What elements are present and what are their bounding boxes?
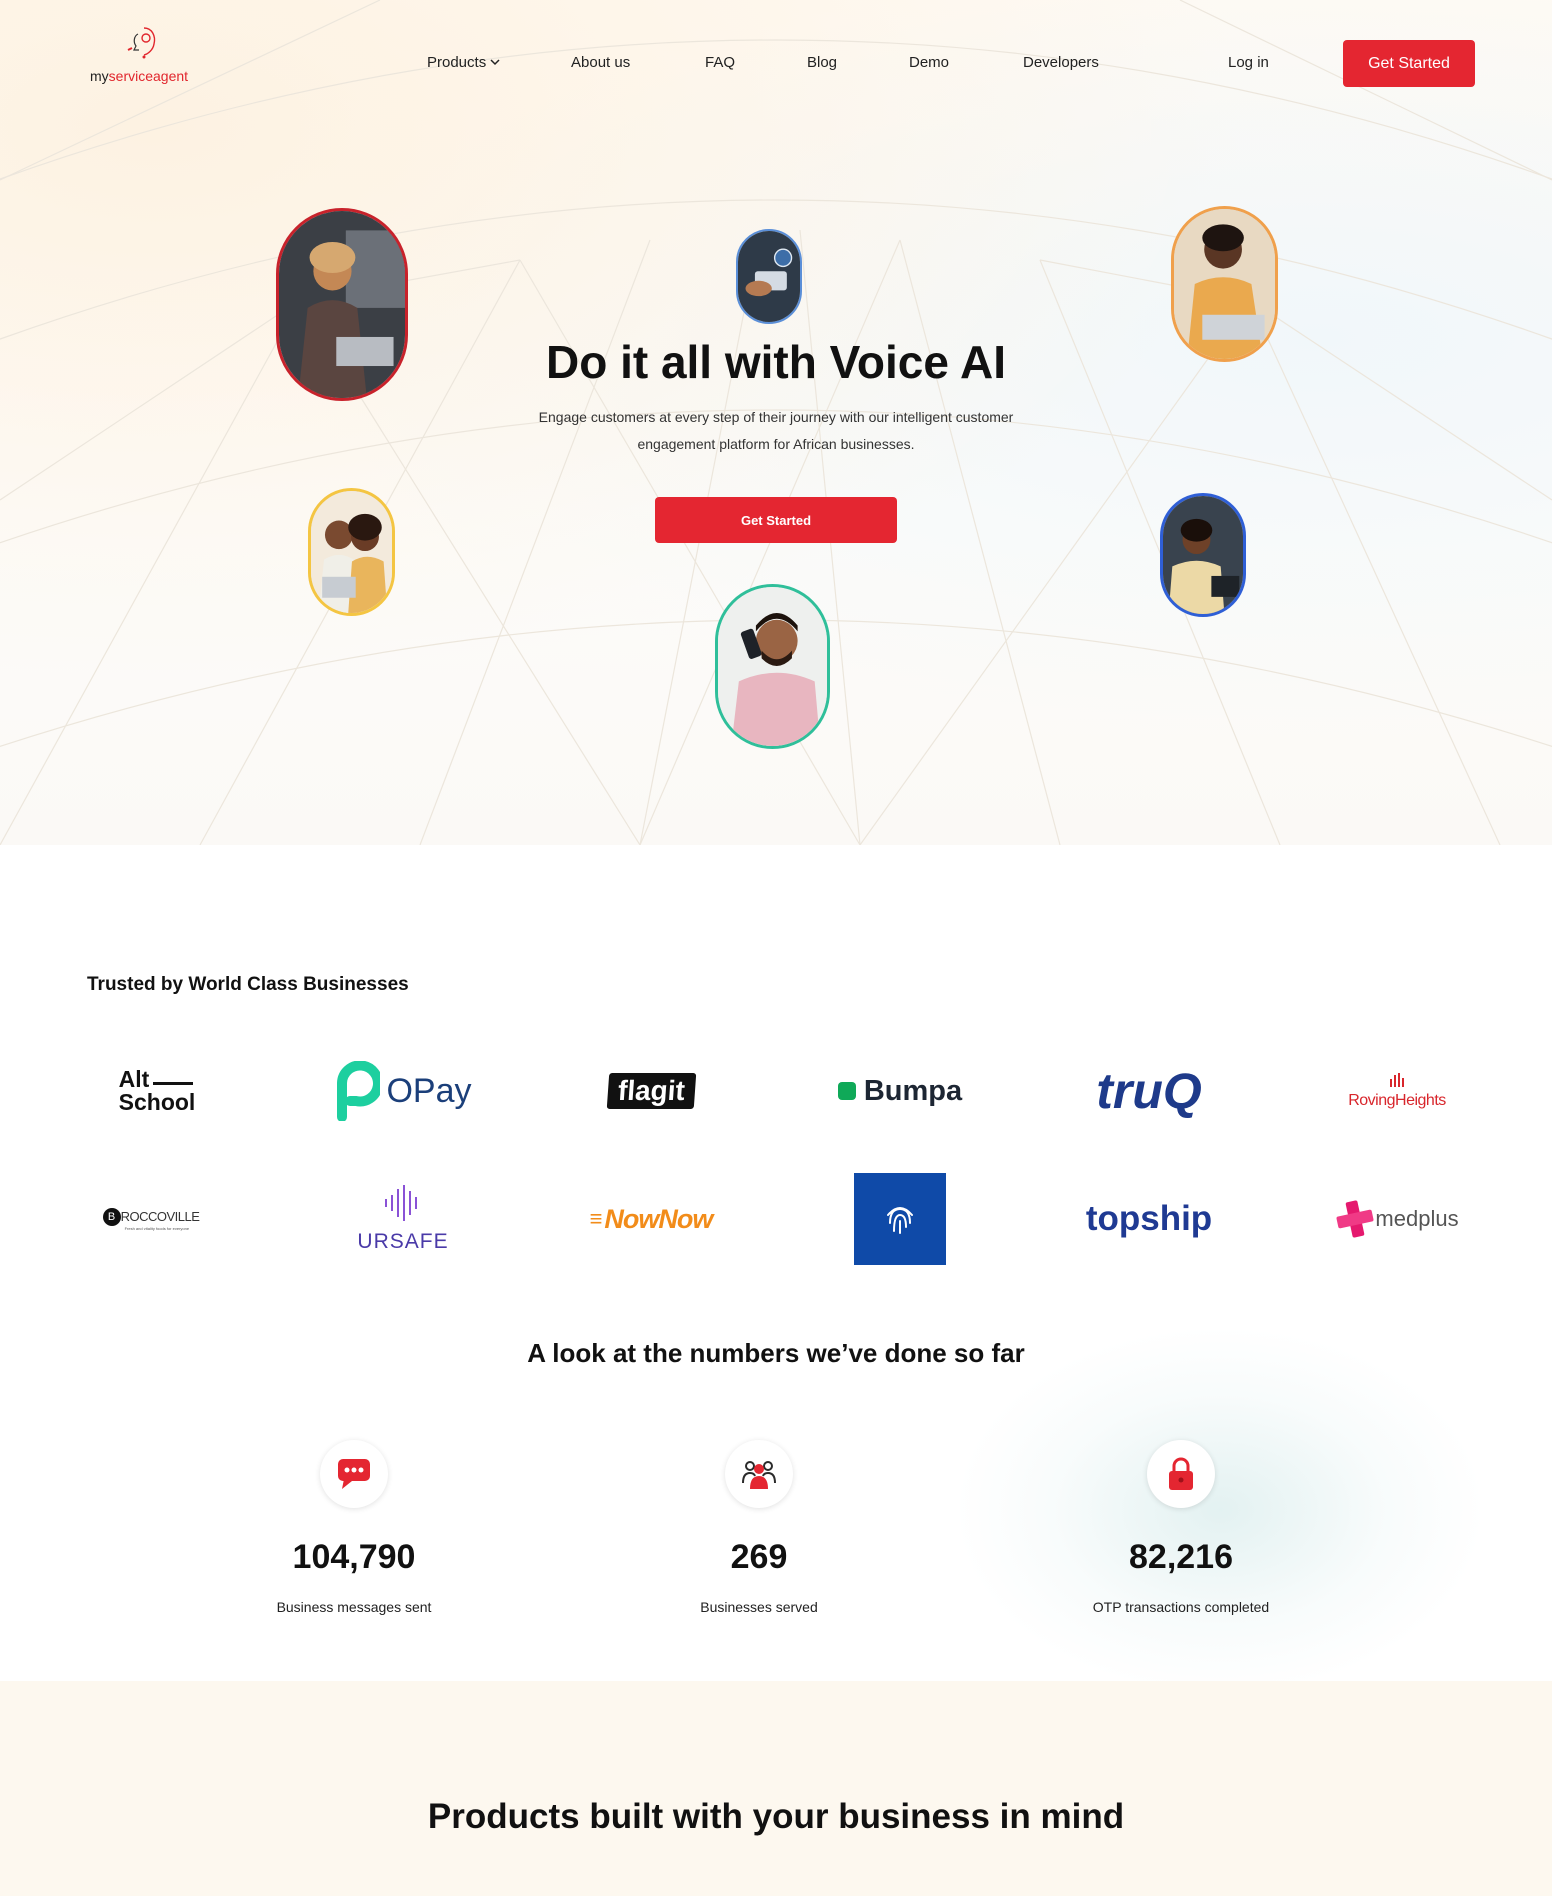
people-group-icon [742, 1461, 776, 1489]
logo-ursafe: URSAFE [303, 1174, 503, 1264]
truq-text: truQ [1096, 1063, 1202, 1119]
stat-value: 104,790 [292, 1538, 416, 1576]
headset-face-icon [127, 27, 156, 59]
nav-demo[interactable]: Demo [909, 54, 949, 71]
hero-get-started-button[interactable]: Get Started [655, 497, 897, 543]
header-get-started-button[interactable]: Get Started [1343, 40, 1475, 87]
broccoville-mark-icon: B [102, 1207, 121, 1226]
logo-medplus: medplus [1297, 1174, 1497, 1264]
stat-label: OTP transactions completed [1092, 1599, 1270, 1615]
stat-value: 269 [730, 1538, 788, 1576]
logo-opay: OPay [303, 1046, 503, 1136]
bumpa-text: Bumpa [863, 1074, 963, 1107]
stat-messages-sent: 104,790 Business messages sent [204, 1440, 504, 1615]
nav-developers[interactable]: Developers [1023, 54, 1099, 71]
myserviceagent-logo[interactable]: myserviceagent [90, 24, 210, 88]
nav-log-in[interactable]: Log in [1228, 54, 1269, 71]
nownow-text: NowNow [604, 1203, 713, 1234]
avatar-couple-laptop [308, 488, 395, 616]
nav-products[interactable]: Products [427, 54, 500, 71]
flagit-text: flagit [616, 1075, 686, 1106]
ursafe-text: URSAFE [357, 1229, 449, 1253]
stat-icon-ring [320, 1440, 388, 1508]
hero-title: Do it all with Voice AI [545, 336, 1007, 388]
chevron-down-icon [490, 59, 500, 66]
stat-icon-ring [725, 1440, 793, 1508]
padlock-icon [1169, 1457, 1193, 1490]
nav-faq[interactable]: FAQ [705, 54, 735, 71]
nav-blog[interactable]: Blog [807, 54, 837, 71]
logo-nownow: ≡ NowNow [551, 1174, 751, 1264]
avatar-hands-phone [736, 229, 802, 324]
roving-bars-icon [1390, 1072, 1404, 1087]
numbers-heading: A look at the numbers we’ve done so far [527, 1338, 1025, 1368]
opay-mark-icon [337, 1061, 381, 1121]
trusted-heading: Trusted by World Class Businesses [87, 974, 409, 995]
logo-bumpa: Bumpa [800, 1046, 1000, 1136]
sound-wave-icon [385, 1184, 417, 1221]
avatar-woman-headset [1160, 493, 1246, 617]
logo-fingerprint [800, 1173, 1000, 1265]
broccoville-tagline: Fresh and vitality foods for everyone [124, 1225, 190, 1231]
logo-truq: truQ [1049, 1046, 1249, 1136]
fingerprint-icon [887, 1207, 913, 1234]
logo-broccoville: B ROCCOVILLE Fresh and vitality foods fo… [51, 1174, 251, 1264]
hero-section: myserviceagent Products About us FAQ Blo… [0, 0, 1552, 845]
logo-flagit: flagit [551, 1046, 751, 1136]
logo-roving-heights: RovingHeights [1297, 1046, 1497, 1136]
products-section: Products built with your business in min… [0, 1681, 1552, 1896]
stat-otp-transactions: 82,216 OTP transactions completed [1031, 1440, 1331, 1615]
bumpa-mark-icon [837, 1082, 856, 1100]
top-navigation: myserviceagent Products About us FAQ Blo… [0, 0, 1552, 130]
roving-heights-text: RovingHeights [1348, 1091, 1446, 1109]
medplus-cross-icon [1336, 1200, 1374, 1238]
nav-products-label: Products [427, 54, 487, 71]
opay-text: OPay [386, 1071, 472, 1110]
stat-label: Business messages sent [276, 1599, 432, 1615]
chat-bubble-icon [338, 1459, 370, 1489]
nav-about-us[interactable]: About us [571, 54, 630, 71]
stat-businesses-served: 269 Businesses served [609, 1440, 909, 1615]
altschool-line-2: School [118, 1089, 196, 1115]
hero-subtitle-line-2: engagement platform for African business… [637, 436, 915, 452]
stat-value: 82,216 [1129, 1538, 1233, 1576]
broccoville-text: ROCCOVILLE [120, 1209, 200, 1224]
medplus-text: medplus [1375, 1206, 1459, 1231]
logo-wordmark: myserviceagent [90, 68, 189, 84]
altschool-line-1: Alt [118, 1066, 150, 1092]
products-heading: Products built with your business in min… [427, 1797, 1125, 1836]
logo-topship: topship [1049, 1174, 1249, 1264]
stat-icon-ring [1147, 1440, 1215, 1508]
hero-subtitle-line-1: Engage customers at every step of their … [538, 409, 1014, 425]
nownow-speed-icon: ≡ [589, 1206, 603, 1231]
topship-text: topship [1085, 1199, 1213, 1238]
avatar-man-voice-note [715, 584, 830, 749]
stat-label: Businesses served [700, 1599, 818, 1615]
hero-subtitle: Engage customers at every step of their … [476, 404, 1076, 458]
logo-altschool: Alt School [57, 1046, 257, 1136]
